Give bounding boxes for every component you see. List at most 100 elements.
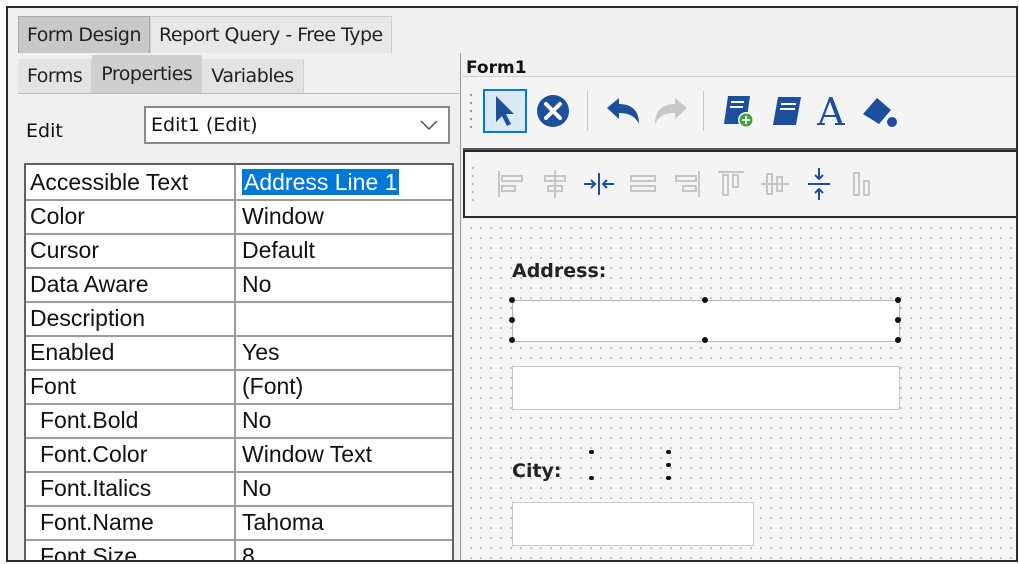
property-row[interactable]: Color Window [26,199,452,235]
component-dropdown[interactable]: Edit1 (Edit) [144,106,450,144]
property-row[interactable]: Cursor Default [26,233,452,269]
align-right-icon [675,171,700,197]
property-value[interactable]: Default [238,233,315,267]
property-row[interactable]: Font.Bold No [26,403,452,439]
form-design-canvas[interactable]: Address: City: [463,220,1016,560]
resize-handle[interactable] [509,337,515,343]
sub-tab-bar: Forms Properties Variables [18,53,304,93]
align-middle-button[interactable] [753,162,797,206]
book-button[interactable] [765,89,809,133]
text-icon: A [816,91,845,131]
pointer-button[interactable] [483,89,527,133]
align-top-button[interactable] [709,162,753,206]
property-name: Description [26,301,236,335]
fill-color-icon [863,98,897,127]
center-vertical-button[interactable] [797,162,841,206]
property-row[interactable]: Accessible Text Address Line 1 [26,165,452,201]
same-width-button[interactable] [621,162,665,206]
property-value[interactable]: No [238,267,271,301]
property-value[interactable]: Yes [238,335,280,369]
alignment-toolbar [463,150,1016,218]
redo-icon [655,98,687,124]
chevron-down-icon [420,120,438,131]
add-datasource-button[interactable] [717,89,761,133]
resize-handle[interactable] [589,450,594,454]
tab-report-query[interactable]: Report Query - Free Type [150,16,392,53]
property-value-input[interactable]: Address Line 1 [238,165,400,199]
tab-form-design[interactable]: Form Design [18,16,151,53]
property-name: Font.Name [26,505,236,539]
property-row[interactable]: Enabled Yes [26,335,452,371]
redo-button[interactable] [649,89,693,133]
property-name: Enabled [26,335,236,369]
property-value[interactable]: (Font) [238,369,303,403]
component-dropdown-value: Edit1 (Edit) [151,114,258,136]
align-left-icon [498,171,523,197]
fill-color-button[interactable] [857,89,901,133]
property-name: Font.Size [26,539,236,560]
form-title: Form1 [466,58,527,78]
same-width-icon [630,175,656,192]
property-row[interactable]: Font.Color Window Text [26,437,452,473]
toolbar-grip-icon[interactable] [469,91,473,131]
resize-handle[interactable] [509,317,515,323]
resize-handle[interactable] [895,337,901,343]
resize-handle[interactable] [895,297,901,303]
property-value[interactable]: No [238,471,271,505]
resize-handle[interactable] [666,450,671,454]
property-value[interactable]: 8 [238,539,255,560]
property-name: Color [26,199,236,233]
main-toolbar: A [463,76,1016,150]
property-value[interactable]: Window Text [238,437,372,471]
center-vertical-icon [808,168,830,200]
resize-handle[interactable] [666,463,671,467]
property-name: Cursor [26,233,236,267]
property-row[interactable]: Description [26,301,452,337]
resize-handle[interactable] [509,297,515,303]
address-line-2-input[interactable] [512,366,900,410]
address-label[interactable]: Address: [512,260,606,282]
property-row[interactable]: Font.Size 8 [26,539,452,560]
text-button[interactable]: A [809,89,853,133]
property-name: Accessible Text [26,165,236,199]
property-value[interactable]: Tahoma [238,505,324,539]
resize-handle[interactable] [589,476,594,480]
undo-button[interactable] [601,89,645,133]
align-center-button[interactable] [533,162,577,206]
align-middle-icon [761,173,789,195]
resize-handle[interactable] [702,297,708,303]
pointer-icon [496,96,514,126]
toolbar-separator [587,91,588,131]
tab-variables[interactable]: Variables [202,59,304,93]
property-row[interactable]: Data Aware No [26,267,452,303]
property-row[interactable]: Font (Font) [26,369,452,405]
center-horizontal-icon [584,173,614,195]
resize-handle[interactable] [895,317,901,323]
center-horizontal-button[interactable] [577,162,621,206]
add-datasource-icon [724,96,754,128]
property-name: Data Aware [26,267,236,301]
align-bottom-icon [853,172,870,196]
toolbar-separator [703,91,704,131]
toolbar-grip-icon[interactable] [471,164,475,204]
property-value[interactable]: No [238,403,271,437]
address-line-1-input[interactable] [512,300,900,342]
property-value[interactable]: Window [238,199,324,233]
tab-properties[interactable]: Properties [92,55,203,93]
app-window: Form Design Report Query - Free Type For… [6,6,1018,562]
tab-forms[interactable]: Forms [18,59,93,93]
delete-button[interactable] [531,89,575,133]
align-bottom-button[interactable] [841,162,885,206]
property-name: Font.Bold [26,403,236,437]
property-value[interactable] [238,301,242,335]
svg-text:A: A [816,91,845,131]
city-input[interactable] [512,502,754,546]
property-row[interactable]: Font.Italics No [26,471,452,507]
property-row[interactable]: Font.Name Tahoma [26,505,452,541]
resize-handle[interactable] [666,476,671,480]
resize-handle[interactable] [702,337,708,343]
undo-icon [607,98,639,124]
align-left-button[interactable] [489,162,533,206]
city-label[interactable]: City: [512,460,562,482]
align-right-button[interactable] [665,162,709,206]
